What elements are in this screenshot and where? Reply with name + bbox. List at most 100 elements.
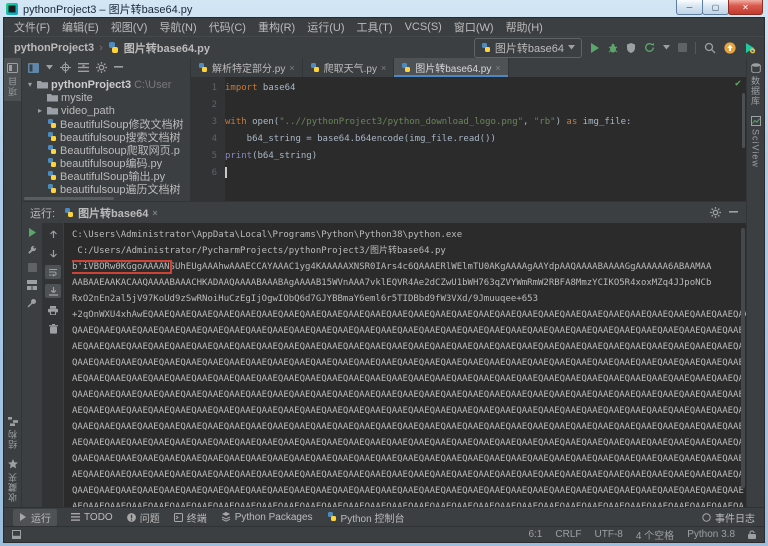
collapse-all-icon[interactable] [78, 63, 89, 72]
close-icon[interactable]: × [152, 208, 157, 218]
tree-item[interactable]: mysite [22, 91, 190, 104]
print-icon[interactable] [45, 303, 61, 317]
tool-window-button-error[interactable]: 问题 [127, 510, 160, 525]
tool-window-toggle-icon[interactable] [12, 530, 21, 539]
packages-icon [221, 512, 231, 522]
menu-item[interactable]: 窗口(W) [448, 19, 500, 35]
run-tab[interactable]: 图片转base64 × [64, 205, 158, 221]
rerun-button[interactable] [28, 228, 37, 237]
menu-item[interactable]: 代码(C) [203, 19, 252, 35]
close-icon[interactable]: × [289, 63, 294, 73]
menu-item[interactable]: 帮助(H) [500, 19, 549, 35]
debug-button[interactable] [608, 43, 618, 53]
menu-item[interactable]: 编辑(E) [56, 19, 105, 35]
clear-console-icon[interactable] [45, 322, 61, 336]
code-token: (b64_string) [252, 151, 317, 161]
close-icon[interactable]: × [381, 63, 386, 73]
wrench-icon[interactable] [27, 245, 37, 255]
menu-item[interactable]: 视图(V) [105, 19, 154, 35]
tool-window-button-list[interactable]: TODO [71, 512, 113, 523]
editor-tab[interactable]: 图片转base64.py× [394, 58, 508, 77]
tool-stripe-project[interactable]: 项目 [4, 58, 21, 101]
profiler-button[interactable] [644, 42, 655, 53]
run-button[interactable] [590, 43, 600, 53]
pin-icon[interactable] [27, 298, 37, 308]
soft-wrap-icon[interactable] [45, 265, 61, 279]
chevron-collapsed-icon[interactable]: ▸ [36, 106, 44, 115]
hide-panel-icon[interactable] [114, 66, 123, 69]
list-icon [71, 513, 80, 521]
tool-window-button-packages[interactable]: Python Packages [221, 512, 313, 523]
python-file-icon [401, 63, 411, 73]
tool-stripe-structure[interactable]: 结构 [6, 412, 19, 454]
code-editor[interactable]: ✔ 1import base6423with open("..//pythonP… [191, 77, 746, 201]
run-console[interactable]: C:\Users\Administrator\AppData\Local\Pro… [64, 223, 746, 507]
run-tab-label: 图片转base64 [78, 205, 148, 221]
menu-item[interactable]: 工具(T) [351, 19, 399, 35]
tool-stripe-structure-label: 结构 [6, 429, 19, 449]
menu-item[interactable]: 重构(R) [252, 19, 301, 35]
status-item[interactable]: CRLF [555, 529, 581, 540]
status-item[interactable]: 6:1 [528, 529, 542, 540]
tool-stripe-database[interactable]: 数据库 [749, 58, 762, 111]
menu-item[interactable]: 导航(N) [153, 19, 202, 35]
menu-item[interactable]: 文件(F) [8, 19, 56, 35]
editor-scrollbar[interactable] [742, 93, 745, 148]
close-button[interactable]: ✕ [728, 0, 763, 15]
inspection-ok-icon[interactable]: ✔ [735, 78, 741, 89]
editor-tab[interactable]: 爬取天气.py× [303, 58, 395, 77]
coverage-button[interactable] [626, 43, 636, 53]
tree-item[interactable]: beautifulsoup遍历文档树 [22, 182, 190, 195]
run-toolbar: 图片转base64 [474, 38, 764, 58]
python-file-icon [198, 63, 208, 73]
run-left-toolbar [22, 223, 43, 507]
hide-panel-icon[interactable] [729, 211, 738, 214]
tree-hscrollbar[interactable] [22, 197, 190, 201]
status-item[interactable]: UTF-8 [595, 529, 623, 540]
console-scrollbar[interactable] [741, 228, 745, 488]
tool-window-button-terminal[interactable]: 终端 [174, 510, 207, 525]
tree-item[interactable]: ▸video_path [22, 104, 190, 117]
run-config-select[interactable]: 图片转base64 [474, 38, 582, 58]
tool-stripe-sciview[interactable]: SciView [751, 111, 761, 173]
scroll-to-end-icon[interactable] [45, 284, 61, 298]
code-line: 4 b64_string = base64.b64encode(img_file… [191, 131, 746, 148]
search-everywhere-icon[interactable] [704, 42, 716, 54]
tree-item[interactable]: beautifulsoup编码.py [22, 156, 190, 169]
breadcrumb-file[interactable]: 图片转base64.py [124, 40, 210, 56]
chevron-expanded-icon[interactable]: ▾ [26, 80, 34, 89]
tree-item[interactable]: Beautifulsoup爬取网页.p [22, 143, 190, 156]
up-stack-trace-icon[interactable] [45, 227, 61, 241]
tree-item[interactable]: BeautifulSoup输出.py [22, 169, 190, 182]
whats-new-icon[interactable] [744, 42, 756, 54]
maximize-button[interactable]: ▢ [702, 0, 729, 15]
down-stack-trace-icon[interactable] [45, 246, 61, 260]
console-line: QAAEQAAEQAAEQAAEQAAEQAAEQAAEQAAEQAAEQAAE… [72, 323, 746, 339]
editor-tab[interactable]: 解析特定部分.py× [191, 58, 303, 77]
chevron-down-icon[interactable] [46, 65, 53, 70]
tree-root-row[interactable]: ▾ pythonProject3 C:\User [22, 78, 190, 91]
console-text: SUhEUgAAAhwAAAECCAYAAAC1yg4KAAAAAXNSR0IA… [170, 262, 712, 272]
breadcrumb-project[interactable]: pythonProject3 [14, 42, 94, 54]
menu-item[interactable]: VCS(S) [399, 21, 448, 33]
tool-window-button-python[interactable]: Python 控制台 [327, 510, 405, 525]
locate-file-icon[interactable] [60, 62, 71, 73]
gear-icon[interactable] [710, 207, 721, 218]
tree-item[interactable]: BeautifulSoup修改文档树 [22, 117, 190, 130]
status-item[interactable]: Python 3.8 [687, 529, 735, 540]
menu-item[interactable]: 运行(U) [301, 19, 350, 35]
gear-icon[interactable] [96, 62, 107, 73]
restore-layout-icon[interactable] [27, 280, 37, 290]
tree-item[interactable]: beautifulsoup搜索文档树 [22, 130, 190, 143]
close-icon[interactable]: × [495, 63, 500, 73]
status-item[interactable]: 4 个空格 [636, 527, 674, 542]
chevron-down-icon[interactable] [663, 45, 670, 50]
event-log-button[interactable]: 事件日志 [702, 510, 755, 525]
minimize-button[interactable]: ─ [676, 0, 703, 15]
update-available-icon[interactable] [724, 42, 736, 54]
code-line: 5print(b64_string) [191, 148, 746, 165]
code-token: "rb" [534, 117, 556, 127]
project-view-icon[interactable] [28, 63, 39, 73]
tool-stripe-favorites[interactable]: 收藏夹 [6, 454, 19, 507]
tool-window-button-play[interactable]: 运行 [13, 509, 57, 526]
